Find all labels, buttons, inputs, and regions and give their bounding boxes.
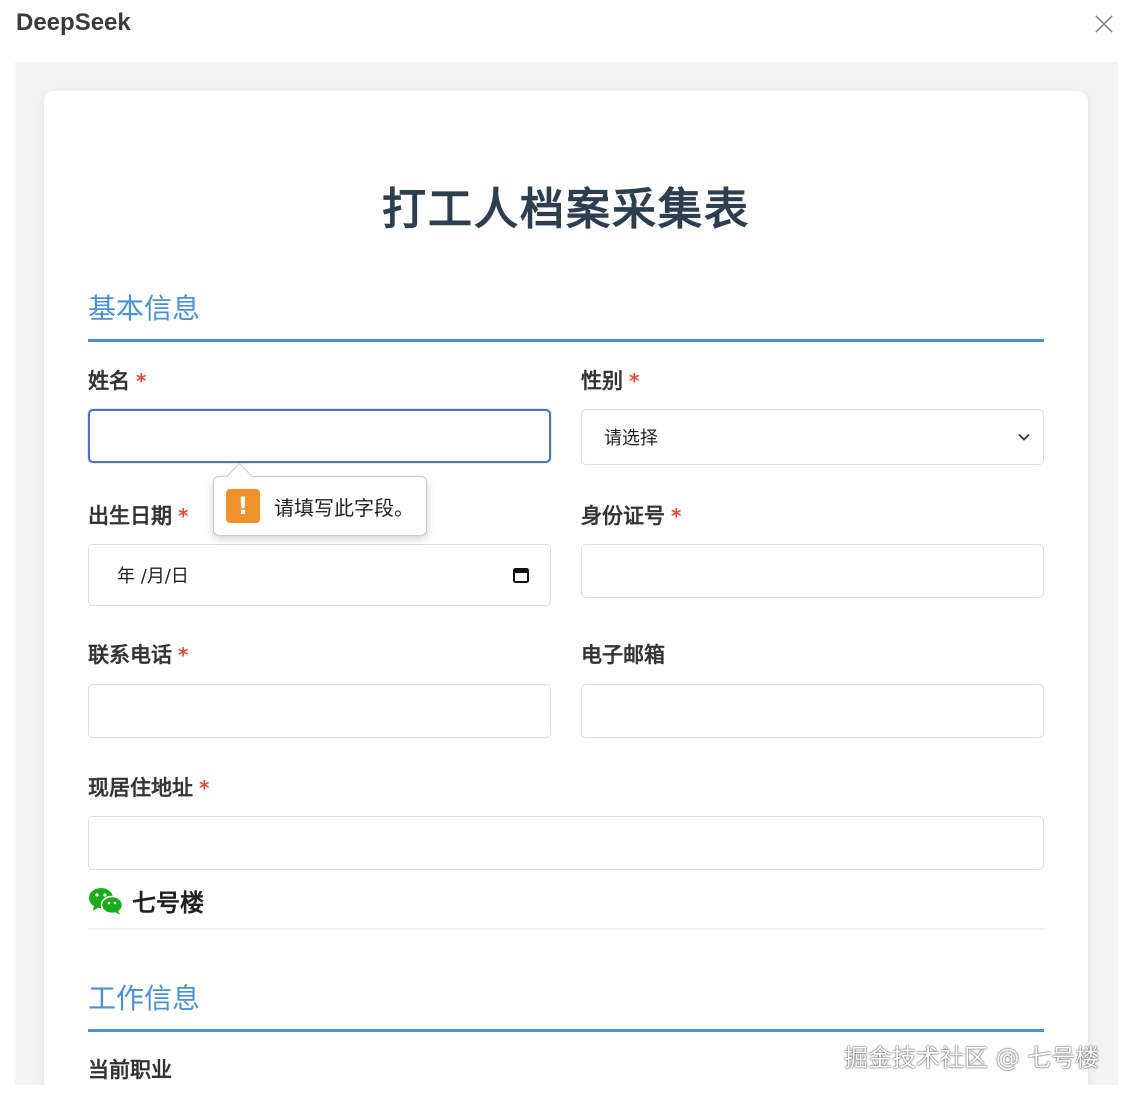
birthdate-label-text: 出生日期 <box>88 504 172 528</box>
occupation-label: 当前职业 <box>88 1054 172 1084</box>
address-input[interactable] <box>88 816 1044 870</box>
occupation-label-text: 当前职业 <box>88 1058 172 1082</box>
wechat-icon <box>89 888 124 915</box>
email-label-text: 电子邮箱 <box>581 643 665 667</box>
watermark-text: 掘金技术社区 @ 七号楼 <box>844 1044 1100 1072</box>
validation-message: 请填写此字段。 <box>274 495 414 520</box>
required-mark: * <box>199 776 210 800</box>
phone-label-text: 联系电话 <box>88 643 172 667</box>
gender-label: 性别 * <box>581 365 639 395</box>
gender-select[interactable]: 请选择 <box>581 409 1044 465</box>
content-area: 打工人档案采集表 基本信息 姓名 * 性别 * 请选择 出生日期 * 年 /月/日 <box>15 62 1118 1085</box>
email-input[interactable] <box>581 684 1044 738</box>
birthdate-label: 出生日期 * <box>88 500 188 530</box>
title-bar: DeepSeek <box>0 0 1134 56</box>
address-label-text: 现居住地址 <box>88 776 193 800</box>
address-label: 现居住地址 * <box>88 772 209 802</box>
section-work-info: 工作信息 <box>88 977 1044 1032</box>
wechat-signature: 七号楼 <box>88 886 1044 930</box>
validation-tooltip: ! 请填写此字段。 <box>213 476 427 536</box>
form-title: 打工人档案采集表 <box>382 184 750 235</box>
required-mark: * <box>629 369 640 393</box>
required-mark: * <box>178 504 189 528</box>
name-input[interactable] <box>88 409 551 463</box>
section-basic-info: 基本信息 <box>88 287 1044 342</box>
phone-input[interactable] <box>88 684 551 738</box>
gender-label-text: 性别 <box>581 369 623 393</box>
calendar-icon[interactable] <box>512 566 530 584</box>
name-label-text: 姓名 <box>88 369 130 393</box>
email-label: 电子邮箱 <box>581 639 665 669</box>
gender-select-value: 请选择 <box>604 428 658 449</box>
required-mark: * <box>136 369 147 393</box>
warning-icon: ! <box>226 489 260 523</box>
close-icon[interactable] <box>1092 12 1116 36</box>
id-number-input[interactable] <box>581 544 1044 598</box>
required-mark: * <box>671 504 682 528</box>
phone-label: 联系电话 * <box>88 639 188 669</box>
required-mark: * <box>178 643 189 667</box>
app-title: DeepSeek <box>16 9 131 36</box>
name-label: 姓名 * <box>88 365 146 395</box>
wechat-account-name: 七号楼 <box>132 889 204 917</box>
birthdate-placeholder: 年 /月/日 <box>117 566 189 587</box>
id-number-label: 身份证号 * <box>581 500 681 530</box>
chevron-down-icon <box>1018 433 1030 441</box>
form-card: 打工人档案采集表 基本信息 姓名 * 性别 * 请选择 出生日期 * 年 /月/日 <box>44 91 1088 1085</box>
id-number-label-text: 身份证号 <box>581 504 665 528</box>
birthdate-input[interactable]: 年 /月/日 <box>88 544 551 606</box>
